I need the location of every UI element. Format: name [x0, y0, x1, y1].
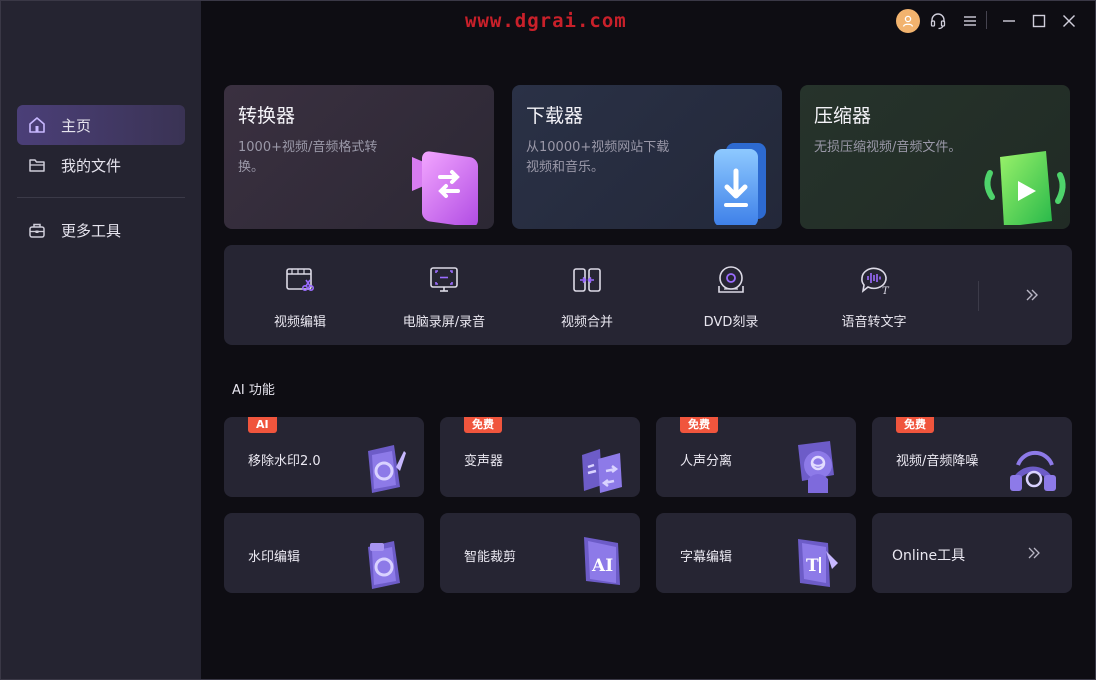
- toolbox-icon: [27, 220, 47, 240]
- tool-label: 语音转文字: [841, 315, 907, 330]
- ai-card-label: 智能裁剪: [464, 550, 517, 565]
- watermark-edit-icon: [364, 537, 410, 593]
- ai-card-label: 水印编辑: [248, 550, 301, 565]
- ai-badge: 免费: [680, 417, 718, 433]
- compressor-card[interactable]: 压缩器 无损压缩视频/音频文件。: [800, 85, 1070, 229]
- ai-card-label: 变声器: [464, 454, 504, 469]
- card-title: 压缩器: [814, 105, 872, 127]
- chevron-right-double-icon: [1024, 543, 1044, 563]
- card-description: 无损压缩视频/音频文件。: [814, 140, 962, 155]
- tool-video-merge[interactable]: 视频合并: [517, 263, 657, 333]
- ai-card-label: 字幕编辑: [680, 550, 733, 565]
- card-description: 从10000+视频网站下载视频和音乐。: [526, 140, 670, 175]
- ai-section-title: AI 功能: [232, 383, 275, 398]
- sidebar-item-my-files[interactable]: 我的文件: [17, 145, 185, 185]
- ai-card-watermark-edit[interactable]: 水印编辑: [224, 513, 424, 593]
- watermark-text: www.dgrai.com: [465, 10, 627, 32]
- downloader-icon: [692, 135, 782, 229]
- close-icon[interactable]: [1057, 9, 1081, 33]
- ai-badge: 免费: [464, 417, 502, 433]
- tool-label: 视频合并: [560, 315, 613, 330]
- sidebar-divider: [17, 197, 185, 198]
- titlebar-divider: [986, 11, 987, 29]
- menu-icon[interactable]: [958, 9, 982, 33]
- sidebar-item-home[interactable]: 主页: [17, 105, 185, 145]
- ai-card-label: 移除水印2.0: [248, 454, 321, 469]
- app-window: 主页 我的文件 更多工具 www.dgrai.com 转换器 1000+视频/音…: [0, 0, 1096, 680]
- card-title: 下载器: [526, 105, 584, 127]
- ai-badge: AI: [248, 417, 277, 433]
- tool-video-edit[interactable]: 视频编辑: [230, 263, 370, 333]
- svg-text:T: T: [882, 286, 890, 296]
- tool-speech-to-text[interactable]: T 语音转文字: [804, 263, 944, 333]
- sidebar: 主页 我的文件 更多工具: [1, 1, 201, 679]
- svg-text:T: T: [806, 556, 819, 576]
- ai-card-voice-changer[interactable]: 免费 变声器: [440, 417, 640, 497]
- ai-card-vocal-separation[interactable]: 免费 人声分离: [656, 417, 856, 497]
- sidebar-item-label: 更多工具: [61, 221, 122, 240]
- ai-badge: 免费: [896, 417, 934, 433]
- ai-card-online-tools[interactable]: Online工具: [872, 513, 1072, 593]
- converter-icon: [398, 129, 494, 229]
- dvd-burn-icon: [714, 263, 748, 297]
- quick-tools-bar: 视频编辑 电脑录屏/录音 视频合并 DVD刻录 T 语音转文字: [224, 245, 1072, 345]
- more-tools-chevron-icon[interactable]: [1020, 283, 1044, 307]
- online-tools-label: Online工具: [892, 548, 966, 564]
- ai-card-label: 视频/音频降噪: [896, 454, 979, 469]
- ai-card-smart-crop[interactable]: 智能裁剪 AI: [440, 513, 640, 593]
- sidebar-item-label: 我的文件: [61, 156, 122, 175]
- avatar-icon[interactable]: [896, 9, 920, 33]
- sidebar-item-more-tools[interactable]: 更多工具: [17, 210, 185, 250]
- vocal-separation-icon: [794, 439, 842, 497]
- subtitle-edit-icon: T: [794, 533, 842, 593]
- smart-crop-icon: AI: [578, 533, 626, 593]
- maximize-icon[interactable]: [1027, 9, 1051, 33]
- voice-changer-icon: [578, 441, 626, 497]
- card-description: 1000+视频/音频格式转换。: [238, 140, 378, 175]
- speech-to-text-icon: T: [857, 263, 891, 297]
- sidebar-item-label: 主页: [61, 116, 92, 135]
- noise-reduction-icon: [1008, 439, 1058, 497]
- screen-record-icon: [427, 263, 461, 297]
- minimize-icon[interactable]: [997, 9, 1021, 33]
- headset-icon[interactable]: [926, 9, 950, 33]
- ai-card-noise-reduction[interactable]: 免费 视频/音频降噪: [872, 417, 1072, 497]
- card-title: 转换器: [238, 105, 296, 127]
- tool-label: DVD刻录: [703, 315, 759, 330]
- ai-card-subtitle-edit[interactable]: 字幕编辑 T: [656, 513, 856, 593]
- tool-dvd-burn[interactable]: DVD刻录: [661, 263, 801, 333]
- tool-screen-record[interactable]: 电脑录屏/录音: [374, 263, 514, 333]
- compressor-icon: [980, 135, 1070, 229]
- tool-label: 视频编辑: [273, 315, 326, 330]
- converter-card[interactable]: 转换器 1000+视频/音频格式转换。: [224, 85, 494, 229]
- tool-label: 电脑录屏/录音: [402, 315, 486, 330]
- home-icon: [27, 115, 47, 135]
- ai-card-label: 人声分离: [680, 454, 733, 469]
- video-merge-icon: [570, 263, 604, 297]
- folder-icon: [27, 155, 47, 175]
- video-edit-icon: [283, 263, 317, 297]
- downloader-card[interactable]: 下载器 从10000+视频网站下载视频和音乐。: [512, 85, 782, 229]
- ai-card-watermark-remove[interactable]: AI 移除水印2.0: [224, 417, 424, 497]
- watermark-remove-icon: [364, 441, 410, 497]
- tools-divider: [978, 281, 979, 311]
- svg-text:AI: AI: [591, 556, 613, 576]
